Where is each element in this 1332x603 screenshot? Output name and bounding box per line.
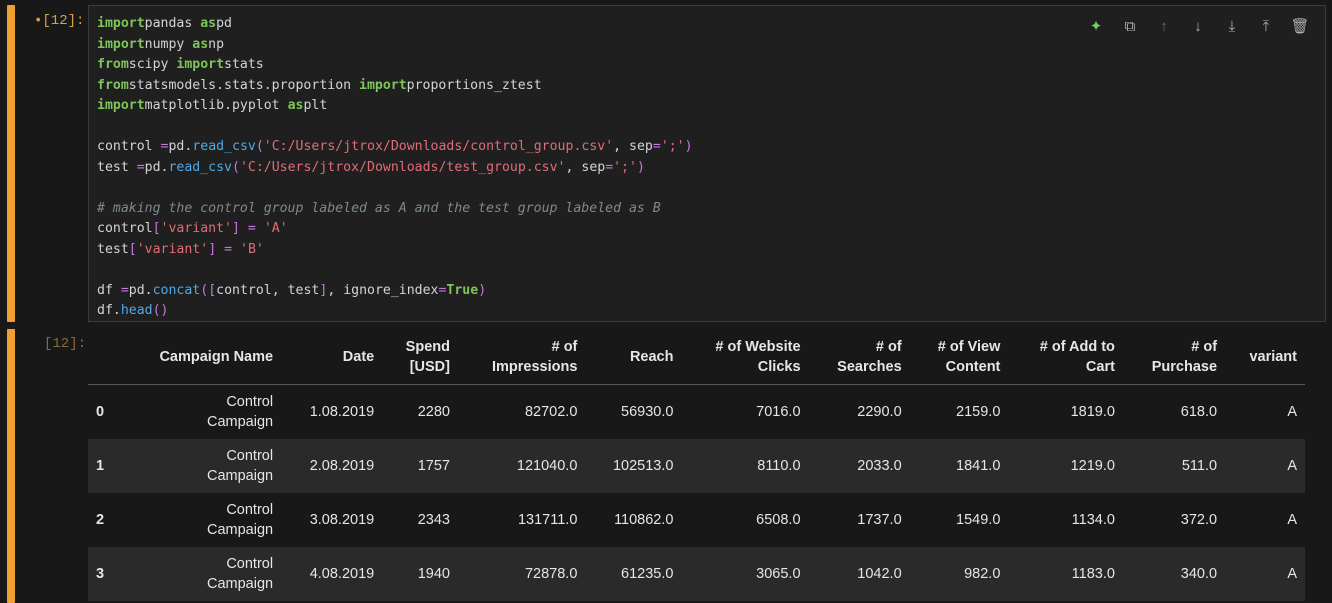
column-header: variant — [1225, 330, 1305, 385]
table-cell: A — [1287, 404, 1297, 420]
output-cell-indicator — [7, 329, 15, 603]
table-cell: 82702.0 — [524, 404, 578, 420]
input-cell-indicator — [7, 5, 15, 322]
column-header: # of Website Clicks — [681, 330, 809, 385]
table-cell: Control Campaign — [206, 502, 274, 538]
column-header: # of View Content — [909, 330, 1009, 385]
table-cell: 6508.0 — [756, 512, 801, 528]
table-cell: A — [1287, 512, 1297, 528]
table-cell: 102513.0 — [585, 439, 682, 493]
input-prompt: •[12]: — [34, 13, 85, 29]
code-editor[interactable]: importpandas aspd importnumpy asnp fromsci… — [88, 5, 1326, 322]
sparkle-icon[interactable]: ✦ — [1079, 12, 1113, 40]
table-cell: 1841.0 — [909, 439, 1009, 493]
table-cell: 618.0 — [1180, 404, 1218, 420]
table-cell: 1819.0 — [1070, 404, 1115, 420]
table-cell: 1134.0 — [1071, 512, 1115, 528]
column-header: Spend [USD] — [382, 330, 458, 385]
code-line: df.head() — [97, 303, 169, 318]
column-header: Reach — [585, 330, 682, 385]
table-cell: 121040.0 — [457, 439, 586, 493]
table-body: 0 Control Campaign 1.08.2019 2280 82702.0 5693… — [88, 385, 1305, 601]
table-cell: 7016.0 — [756, 404, 801, 420]
arrow-up-icon[interactable]: ↑ — [1147, 12, 1181, 40]
arrow-down-icon[interactable]: ↓ — [1181, 12, 1215, 40]
table-cell: 340.0 — [1122, 547, 1226, 601]
table-cell: 56930.0 — [621, 404, 674, 420]
code-line: fromscipy importstats — [97, 57, 264, 72]
code-line: importmatplotlib.pyplot asplt — [97, 98, 328, 113]
output-prompt: [12]: — [44, 336, 87, 352]
table-cell: 2290.0 — [857, 404, 902, 420]
table-row: 3 Control Campaign 4.08.2019 1940 72878.0 6123… — [88, 547, 1305, 601]
table-cell: 131711.0 — [517, 512, 578, 528]
table-cell: 4.08.2019 — [281, 547, 383, 601]
table-cell: A — [1225, 547, 1305, 601]
table-cell: 3065.0 — [681, 547, 809, 601]
code-line: test =pd.read_csv('C:/Users/jtrox/Downlo… — [97, 159, 645, 175]
column-header — [88, 330, 119, 385]
table-cell: 1940 — [382, 547, 458, 601]
table-cell: 982.0 — [909, 547, 1009, 601]
insert-above-icon[interactable]: ⤒ — [1249, 12, 1283, 40]
row-index: 3 — [88, 547, 119, 601]
copy-icon[interactable]: ⧉ — [1113, 12, 1147, 40]
table-cell: 3.08.2019 — [309, 512, 375, 528]
table-cell: A — [1225, 439, 1305, 493]
row-index: 1 — [88, 439, 119, 493]
table-cell: Control Campaign — [206, 394, 274, 430]
table-row: 2 Control Campaign 3.08.2019 2343 131711.0 110… — [88, 493, 1305, 547]
table-header-row: Campaign Name Date Spend [USD] # of Impressio… — [88, 330, 1305, 385]
table-cell: Control Campaign — [118, 547, 282, 601]
code-line: test['variant'] = 'B' — [97, 241, 264, 257]
table-cell: 1042.0 — [808, 547, 910, 601]
trash-icon[interactable]: 🗑 — [1283, 12, 1317, 40]
column-header: # of Searches — [808, 330, 910, 385]
table-cell: Control Campaign — [118, 439, 282, 493]
table-cell: 1737.0 — [857, 512, 902, 528]
table-cell: 2280 — [417, 404, 450, 420]
table-cell: 511.0 — [1122, 439, 1226, 493]
code-line: importpandas aspd — [97, 16, 232, 31]
table-cell: 61235.0 — [585, 547, 682, 601]
table-cell: 372.0 — [1180, 512, 1218, 528]
table-cell: 2.08.2019 — [281, 439, 383, 493]
code-text[interactable]: importpandas aspd importnumpy asnp fromsci… — [97, 14, 693, 322]
code-line: fromstatsmodels.stats.proportion importp… — [97, 77, 542, 93]
table-cell: 1183.0 — [1008, 547, 1123, 601]
column-header: # of Add to Cart — [1008, 330, 1123, 385]
table-cell: 2159.0 — [956, 404, 1001, 420]
table-cell: 2033.0 — [808, 439, 910, 493]
row-index: 0 — [96, 404, 105, 420]
code-line: control =pd.read_csv('C:/Users/jtrox/Dow… — [97, 139, 693, 154]
insert-below-icon[interactable]: ⤓ — [1215, 12, 1249, 40]
column-header: Date — [281, 330, 383, 385]
column-header: Campaign Name — [118, 330, 282, 385]
table-cell: 8110.0 — [681, 439, 809, 493]
code-line: df =pd.concat([control, test], ignore_in… — [97, 282, 487, 298]
table-row: 1 Control Campaign 2.08.2019 1757 121040.0 102… — [88, 439, 1305, 493]
table-cell: 1219.0 — [1008, 439, 1123, 493]
table-cell: 1.08.2019 — [309, 404, 375, 420]
code-line: importnumpy asnp — [97, 36, 225, 52]
code-line: control['variant'] = 'A' — [97, 221, 288, 236]
column-header: # of Purchase — [1122, 330, 1226, 385]
code-line: # making the control group labeled as A … — [97, 200, 661, 216]
table-row: 0 Control Campaign 1.08.2019 2280 82702.0 5693… — [88, 385, 1305, 440]
column-header: # of Impressions — [457, 330, 586, 385]
table-cell: 72878.0 — [457, 547, 586, 601]
table-cell: 1757 — [382, 439, 458, 493]
cell-toolbar: ✦ ⧉ ↑ ↓ ⤓ ⤒ 🗑 — [1079, 12, 1317, 40]
row-index: 2 — [96, 512, 105, 528]
table-cell: 1549.0 — [956, 512, 1001, 528]
table-cell: 2343 — [417, 512, 450, 528]
table-cell: 110862.0 — [614, 512, 674, 528]
dataframe-output: Campaign Name Date Spend [USD] # of Impressio… — [88, 330, 1305, 601]
